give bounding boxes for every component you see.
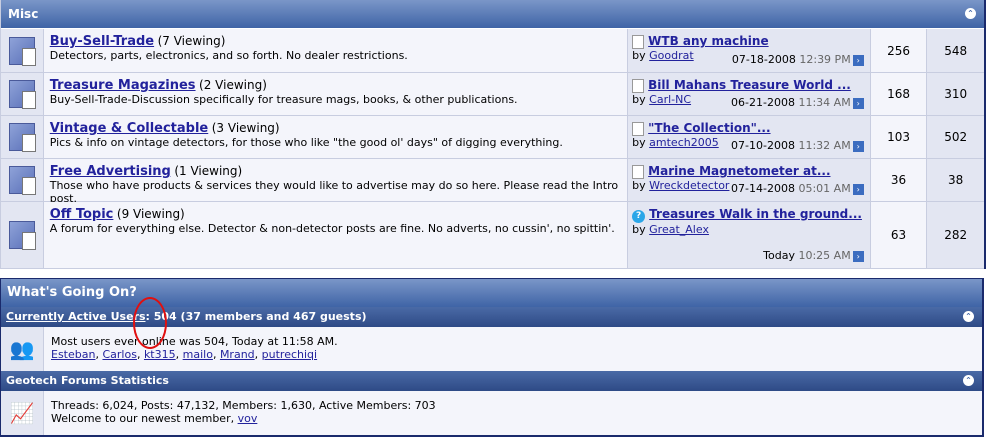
category-title: Misc — [8, 7, 39, 21]
forum-icon — [8, 80, 36, 109]
post-time: 11:32 AM — [798, 139, 851, 152]
active-users-count: : 504 (37 members and 467 guests) — [145, 310, 367, 323]
most-users-text: Most users ever online was 504, Today at… — [51, 335, 338, 348]
thread-count: 63 — [870, 202, 928, 268]
collapse-icon[interactable]: ⌃ — [963, 311, 974, 322]
user-link[interactable]: putrechiqi — [262, 348, 317, 361]
forum-row: Treasure Magazines (2 Viewing) Buy-Sell-T… — [1, 73, 984, 116]
viewing-count: (7 Viewing) — [157, 34, 226, 48]
thread-count: 168 — [870, 73, 928, 115]
user-link[interactable]: Carlos — [102, 348, 136, 361]
stats-title: Geotech Forums Statistics — [6, 374, 169, 387]
stats-header: Geotech Forums Statistics ⌃ — [1, 371, 982, 391]
last-post-link[interactable]: "The Collection"... — [648, 121, 770, 135]
chart-icon: 📈 — [1, 391, 44, 435]
by-label: by — [632, 136, 646, 149]
post-count: 38 — [927, 159, 984, 201]
user-link[interactable]: mailo — [183, 348, 213, 361]
post-time: 05:01 AM — [798, 182, 851, 195]
red-annotation-circle — [133, 297, 167, 349]
user-link[interactable]: kt315 — [144, 348, 176, 361]
author-link[interactable]: amtech2005 — [649, 136, 719, 149]
post-icon — [632, 165, 645, 179]
post-time: 10:25 AM — [798, 249, 851, 262]
go-to-last-post-icon[interactable]: › — [852, 98, 864, 109]
thread-count: 103 — [870, 116, 928, 158]
collapse-icon[interactable]: ⌃ — [963, 375, 974, 386]
by-label: by — [632, 49, 646, 62]
post-icon — [632, 35, 645, 49]
post-icon — [632, 122, 645, 136]
forum-title-link[interactable]: Off Topic — [50, 207, 114, 222]
post-count: 502 — [927, 116, 984, 158]
user-link[interactable]: Mrand — [220, 348, 255, 361]
last-post-link[interactable]: Treasures Walk in the ground... — [649, 207, 862, 221]
post-time: 12:39 PM — [799, 53, 851, 66]
thread-count: 36 — [870, 159, 928, 201]
viewing-count: (9 Viewing) — [116, 207, 185, 221]
stats-content: 📈 Threads: 6,024, Posts: 47,132, Members… — [1, 391, 982, 435]
author-link[interactable]: Wreckdetector — [649, 179, 729, 192]
forum-description: A forum for everything else. Detector & … — [49, 222, 615, 235]
by-label: by — [632, 223, 646, 236]
last-post-link[interactable]: Marine Magnetometer at... — [648, 164, 830, 178]
last-post: ? Treasures Walk in the ground... by Great… — [628, 202, 871, 268]
collapse-icon[interactable]: ⌃ — [965, 8, 976, 19]
forum-icon — [8, 221, 36, 250]
forum-row: Vintage & Collectable (3 Viewing) Pics & … — [1, 116, 984, 159]
post-count: 310 — [927, 73, 984, 115]
active-users-link[interactable]: Currently Active Users — [6, 310, 146, 323]
post-icon — [632, 79, 645, 93]
viewing-count: (1 Viewing) — [174, 164, 243, 178]
user-link[interactable]: Esteban — [51, 348, 95, 361]
misc-forum-table: Misc ⌃ Buy-Sell-Trade (7 Viewing) Detector… — [0, 0, 986, 269]
last-post-link[interactable]: WTB any machine — [648, 34, 768, 48]
last-post-link[interactable]: Bill Mahans Treasure World ... — [648, 78, 851, 92]
post-date: Today — [763, 249, 795, 262]
forum-title-link[interactable]: Free Advertising — [50, 164, 171, 179]
forum-description: Detectors, parts, electronics, and so fo… — [49, 49, 408, 62]
user-list: Esteban, Carlos, kt315, mailo, Mrand, pu… — [51, 348, 318, 361]
forum-title-link[interactable]: Treasure Magazines — [50, 78, 196, 93]
go-to-last-post-icon[interactable]: › — [852, 184, 864, 195]
last-post: "The Collection"... by amtech2005 07-10-2… — [628, 116, 871, 158]
post-date: 06-21-2008 — [731, 96, 795, 109]
by-label: by — [632, 179, 646, 192]
stats-text: Threads: 6,024, Posts: 47,132, Members: … — [51, 399, 436, 412]
forum-icon — [8, 36, 36, 66]
post-date: 07-14-2008 — [731, 182, 795, 195]
last-post: WTB any machine by Goodrat 07-18-2008 12:… — [628, 29, 871, 72]
author-link[interactable]: Great_Alex — [649, 223, 709, 236]
post-date: 07-10-2008 — [731, 139, 795, 152]
question-icon: ? — [632, 210, 646, 223]
go-to-last-post-icon[interactable]: › — [852, 251, 864, 262]
forum-icon — [8, 166, 36, 195]
post-count: 282 — [927, 202, 984, 268]
author-link[interactable]: Carl-NC — [649, 93, 691, 106]
author-link[interactable]: Goodrat — [649, 49, 694, 62]
go-to-last-post-icon[interactable]: › — [852, 55, 864, 66]
forum-icon — [8, 123, 36, 152]
thread-count: 256 — [870, 29, 928, 72]
post-count: 548 — [927, 29, 984, 72]
forum-row: Buy-Sell-Trade (7 Viewing) Detectors, par… — [1, 29, 984, 73]
forum-description: Buy-Sell-Trade-Discussion specifically f… — [49, 93, 518, 106]
go-to-last-post-icon[interactable]: › — [852, 141, 864, 152]
category-header: Misc ⌃ — [1, 0, 984, 29]
last-post: Bill Mahans Treasure World ... by Carl-NC… — [628, 73, 871, 115]
last-post: Marine Magnetometer at... by Wreckdetecto… — [628, 159, 871, 201]
users-icon: 👥 — [1, 327, 44, 371]
forum-description: Pics & info on vintage detectors, for th… — [49, 136, 563, 149]
forum-title-link[interactable]: Vintage & Collectable — [50, 121, 209, 136]
forum-row: Free Advertising (1 Viewing) Those who ha… — [1, 159, 984, 205]
forum-row: Off Topic (9 Viewing) A forum for everyth… — [1, 202, 984, 269]
viewing-count: (3 Viewing) — [211, 121, 280, 135]
post-date: 07-18-2008 — [731, 53, 796, 66]
newest-member-link[interactable]: vov — [238, 412, 258, 425]
forum-title-link[interactable]: Buy-Sell-Trade — [50, 34, 154, 49]
welcome-text: Welcome to our newest member, — [51, 412, 238, 425]
post-time: 11:34 AM — [798, 96, 851, 109]
viewing-count: (2 Viewing) — [199, 78, 267, 92]
by-label: by — [632, 93, 646, 106]
